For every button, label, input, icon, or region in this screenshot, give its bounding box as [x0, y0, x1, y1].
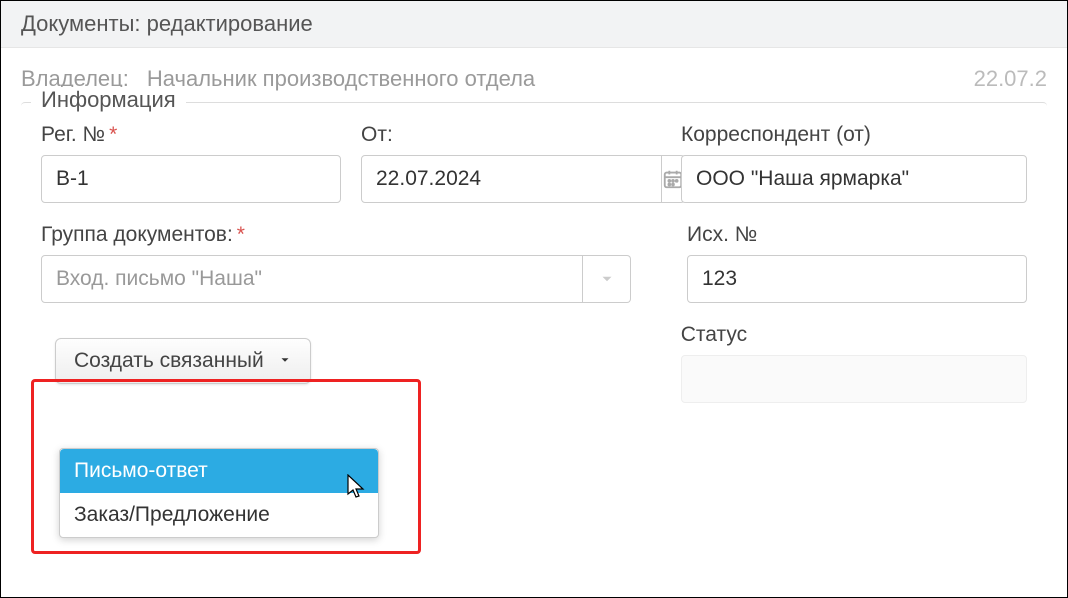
from-date-label: От:	[361, 123, 661, 147]
outgoing-no-input[interactable]	[687, 255, 1027, 303]
create-linked-label: Создать связанный	[74, 349, 264, 373]
create-linked-menu: Письмо-ответ Заказ/Предложение	[59, 448, 379, 538]
reg-no-label: Рег. №*	[41, 123, 341, 147]
page-title: Документы: редактирование	[1, 1, 1067, 48]
reg-no-input[interactable]	[41, 155, 341, 203]
doc-group-select[interactable]: Вход. письмо "Наша"	[41, 255, 583, 303]
menu-item-order-offer[interactable]: Заказ/Предложение	[60, 493, 378, 537]
info-fieldset: Информация Рег. №* От:	[21, 102, 1047, 423]
outgoing-no-label: Исх. №	[687, 223, 1027, 247]
required-asterisk: *	[237, 223, 245, 246]
status-display	[681, 355, 1027, 403]
owner-date: 22.07.2	[974, 66, 1047, 92]
correspondent-label: Корреспондент (от)	[681, 123, 1027, 147]
status-label: Статус	[681, 323, 1027, 347]
menu-item-reply-letter[interactable]: Письмо-ответ	[60, 449, 378, 493]
required-asterisk: *	[109, 123, 117, 146]
from-date-input[interactable]	[361, 155, 662, 203]
fieldset-legend: Информация	[31, 87, 186, 113]
correspondent-input[interactable]	[681, 155, 1027, 203]
chevron-down-icon[interactable]	[583, 255, 631, 303]
owner-row: Владелец: Начальник производственного от…	[1, 48, 1067, 92]
doc-group-label: Группа документов:*	[41, 223, 631, 247]
owner-value: Начальник производственного отдела	[147, 66, 974, 92]
create-linked-button[interactable]: Создать связанный	[55, 338, 311, 384]
chevron-down-icon	[278, 353, 292, 370]
